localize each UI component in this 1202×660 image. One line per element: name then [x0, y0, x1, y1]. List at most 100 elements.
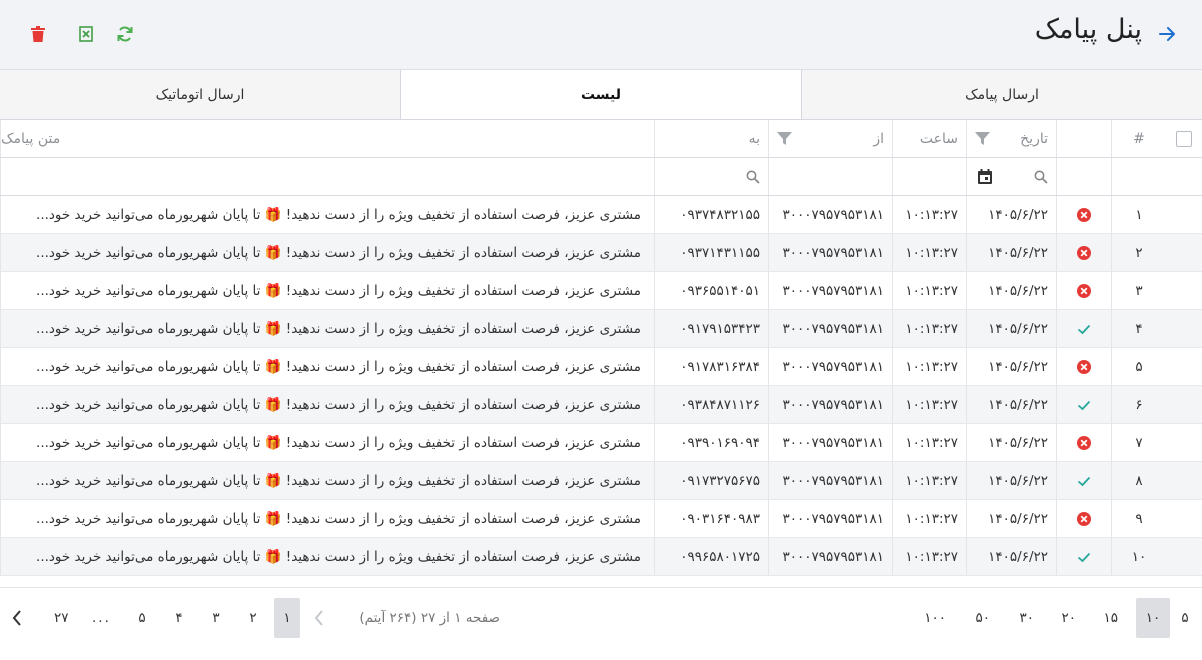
row-from: ۳۰۰۰۷۹۵۷۹۵۳۱۸۱: [768, 234, 892, 271]
row-num: ۶: [1111, 386, 1166, 423]
select-all-checkbox[interactable]: [1176, 130, 1192, 147]
row-select-cell: [1166, 462, 1202, 499]
row-from: ۳۰۰۰۷۹۵۷۹۵۳۱۸۱: [768, 424, 892, 461]
table-row[interactable]: ۲ ۱۴۰۵/۶/۲۲ ۱۰:۱۳:۲۷ ۳۰۰۰۷۹۵۷۹۵۳۱۸۱ ۰۹۳۷…: [0, 234, 1202, 272]
text-filter-input[interactable]: [0, 158, 654, 195]
page-button[interactable]: ۲۷: [46, 598, 77, 638]
row-to: ۰۹۳۷۴۸۳۲۱۵۵: [654, 196, 768, 233]
page-ellipsis: ...: [92, 610, 111, 626]
trash-icon: [31, 26, 45, 42]
row-date: ۱۴۰۵/۶/۲۲: [966, 272, 1056, 309]
page-size-option-selected[interactable]: ۱۰: [1136, 598, 1170, 638]
chevron-left-icon: [314, 610, 323, 626]
row-select-cell: [1166, 234, 1202, 271]
next-page-button[interactable]: [4, 598, 30, 638]
row-text-cell: مشتری عزیز، فرصت استفاده از تخفیف ویژه ر…: [0, 462, 654, 499]
page-size-option[interactable]: ۱۰۰: [916, 598, 954, 638]
page-button[interactable]: ۳: [203, 598, 229, 638]
row-status: [1056, 386, 1111, 423]
row-from: ۳۰۰۰۷۹۵۷۹۵۳۱۸۱: [768, 538, 892, 575]
table-row[interactable]: ۵ ۱۴۰۵/۶/۲۲ ۱۰:۱۳:۲۷ ۳۰۰۰۷۹۵۷۹۵۳۱۸۱ ۰۹۱۷…: [0, 348, 1202, 386]
x-circle-icon: [1077, 511, 1091, 526]
page-size-option[interactable]: ۲۰: [1053, 598, 1084, 638]
row-status: [1056, 500, 1111, 537]
row-to: ۰۹۳۹۰۱۶۹۰۹۴: [654, 424, 768, 461]
page-button[interactable]: ۴: [166, 598, 192, 638]
select-all-cell: [1166, 120, 1202, 157]
filter-icon[interactable]: [777, 131, 792, 146]
row-time: ۱۰:۱۳:۲۷: [892, 234, 966, 271]
export-excel-button[interactable]: [73, 22, 99, 46]
check-icon: [1077, 476, 1091, 486]
table-row[interactable]: ۸ ۱۴۰۵/۶/۲۲ ۱۰:۱۳:۲۷ ۳۰۰۰۷۹۵۷۹۵۳۱۸۱ ۰۹۱۷…: [0, 462, 1202, 500]
tab-list[interactable]: لیست: [400, 70, 801, 119]
row-date: ۱۴۰۵/۶/۲۲: [966, 310, 1056, 347]
row-from: ۳۰۰۰۷۹۵۷۹۵۳۱۸۱: [768, 310, 892, 347]
row-date: ۱۴۰۵/۶/۲۲: [966, 538, 1056, 575]
row-date: ۱۴۰۵/۶/۲۲: [966, 196, 1056, 233]
row-from: ۳۰۰۰۷۹۵۷۹۵۳۱۸۱: [768, 386, 892, 423]
row-text: مشتری عزیز، فرصت استفاده از تخفیف ویژه ر…: [36, 396, 641, 413]
row-text: مشتری عزیز، فرصت استفاده از تخفیف ویژه ر…: [36, 244, 641, 261]
page-button[interactable]: ۵: [129, 598, 155, 638]
row-from: ۳۰۰۰۷۹۵۷۹۵۳۱۸۱: [768, 272, 892, 309]
page-size-option[interactable]: ۵: [1172, 598, 1198, 638]
time-filter-input[interactable]: [892, 158, 966, 195]
check-icon: [1077, 552, 1091, 562]
page-button[interactable]: ۲: [240, 598, 266, 638]
row-time: ۱۰:۱۳:۲۷: [892, 348, 966, 385]
delete-button[interactable]: [25, 22, 51, 46]
row-text-cell: مشتری عزیز، فرصت استفاده از تخفیف ویژه ر…: [0, 500, 654, 537]
row-from: ۳۰۰۰۷۹۵۷۹۵۳۱۸۱: [768, 196, 892, 233]
search-icon: [1034, 170, 1048, 184]
row-num: ۸: [1111, 462, 1166, 499]
page-button-current[interactable]: ۱: [274, 598, 300, 638]
row-to: ۰۹۱۷۹۱۵۳۴۲۳: [654, 310, 768, 347]
row-num: ۵: [1111, 348, 1166, 385]
table-row[interactable]: ۱۰ ۱۴۰۵/۶/۲۲ ۱۰:۱۳:۲۷ ۳۰۰۰۷۹۵۷۹۵۳۱۸۱ ۰۹۹…: [0, 538, 1202, 576]
sms-grid: # تاریخ ساعت از به متن پیامک ۱ ۱۴۰۵/۶/۲۲…: [0, 120, 1202, 576]
from-filter-input[interactable]: [768, 158, 892, 195]
page-size-option[interactable]: ۳۰: [1011, 598, 1042, 638]
row-select-cell: [1166, 424, 1202, 461]
row-time: ۱۰:۱۳:۲۷: [892, 462, 966, 499]
row-num: ۲: [1111, 234, 1166, 271]
row-time: ۱۰:۱۳:۲۷: [892, 386, 966, 423]
back-button[interactable]: [1156, 22, 1180, 46]
row-date: ۱۴۰۵/۶/۲۲: [966, 348, 1056, 385]
row-status: [1056, 424, 1111, 461]
row-to: ۰۹۰۳۱۶۴۰۹۸۳: [654, 500, 768, 537]
col-header-text[interactable]: متن پیامک: [0, 120, 654, 157]
prev-page-button[interactable]: [306, 598, 332, 638]
col-header-to[interactable]: به: [654, 120, 768, 157]
col-header-status: [1056, 120, 1111, 157]
row-text: مشتری عزیز، فرصت استفاده از تخفیف ویژه ر…: [36, 548, 641, 565]
row-num: ۷: [1111, 424, 1166, 461]
page-size-option[interactable]: ۵۰: [967, 598, 998, 638]
table-row[interactable]: ۷ ۱۴۰۵/۶/۲۲ ۱۰:۱۳:۲۷ ۳۰۰۰۷۹۵۷۹۵۳۱۸۱ ۰۹۳۹…: [0, 424, 1202, 462]
page-size-option[interactable]: ۱۵: [1095, 598, 1126, 638]
filter-icon[interactable]: [975, 131, 990, 146]
table-row[interactable]: ۱ ۱۴۰۵/۶/۲۲ ۱۰:۱۳:۲۷ ۳۰۰۰۷۹۵۷۹۵۳۱۸۱ ۰۹۳۷…: [0, 196, 1202, 234]
tab-send-sms[interactable]: ارسال پیامک: [801, 70, 1202, 119]
table-row[interactable]: ۹ ۱۴۰۵/۶/۲۲ ۱۰:۱۳:۲۷ ۳۰۰۰۷۹۵۷۹۵۳۱۸۱ ۰۹۰۳…: [0, 500, 1202, 538]
table-row[interactable]: ۶ ۱۴۰۵/۶/۲۲ ۱۰:۱۳:۲۷ ۳۰۰۰۷۹۵۷۹۵۳۱۸۱ ۰۹۳۸…: [0, 386, 1202, 424]
search-icon: [746, 170, 760, 184]
row-time: ۱۰:۱۳:۲۷: [892, 500, 966, 537]
row-date: ۱۴۰۵/۶/۲۲: [966, 234, 1056, 271]
to-filter-input[interactable]: [654, 158, 768, 195]
tab-auto-send[interactable]: ارسال اتوماتیک: [0, 70, 400, 119]
table-row[interactable]: ۳ ۱۴۰۵/۶/۲۲ ۱۰:۱۳:۲۷ ۳۰۰۰۷۹۵۷۹۵۳۱۸۱ ۰۹۳۶…: [0, 272, 1202, 310]
row-time: ۱۰:۱۳:۲۷: [892, 310, 966, 347]
row-text: مشتری عزیز، فرصت استفاده از تخفیف ویژه ر…: [36, 282, 641, 299]
refresh-button[interactable]: [112, 22, 138, 46]
calendar-icon[interactable]: [977, 168, 993, 185]
x-circle-icon: [1077, 359, 1091, 374]
col-header-time[interactable]: ساعت: [892, 120, 966, 157]
row-to: ۰۹۳۷۱۴۳۱۱۵۵: [654, 234, 768, 271]
date-filter-input[interactable]: [966, 158, 1056, 195]
row-status: [1056, 310, 1111, 347]
table-row[interactable]: ۴ ۱۴۰۵/۶/۲۲ ۱۰:۱۳:۲۷ ۳۰۰۰۷۹۵۷۹۵۳۱۸۱ ۰۹۱۷…: [0, 310, 1202, 348]
row-time: ۱۰:۱۳:۲۷: [892, 272, 966, 309]
row-select-cell: [1166, 386, 1202, 423]
